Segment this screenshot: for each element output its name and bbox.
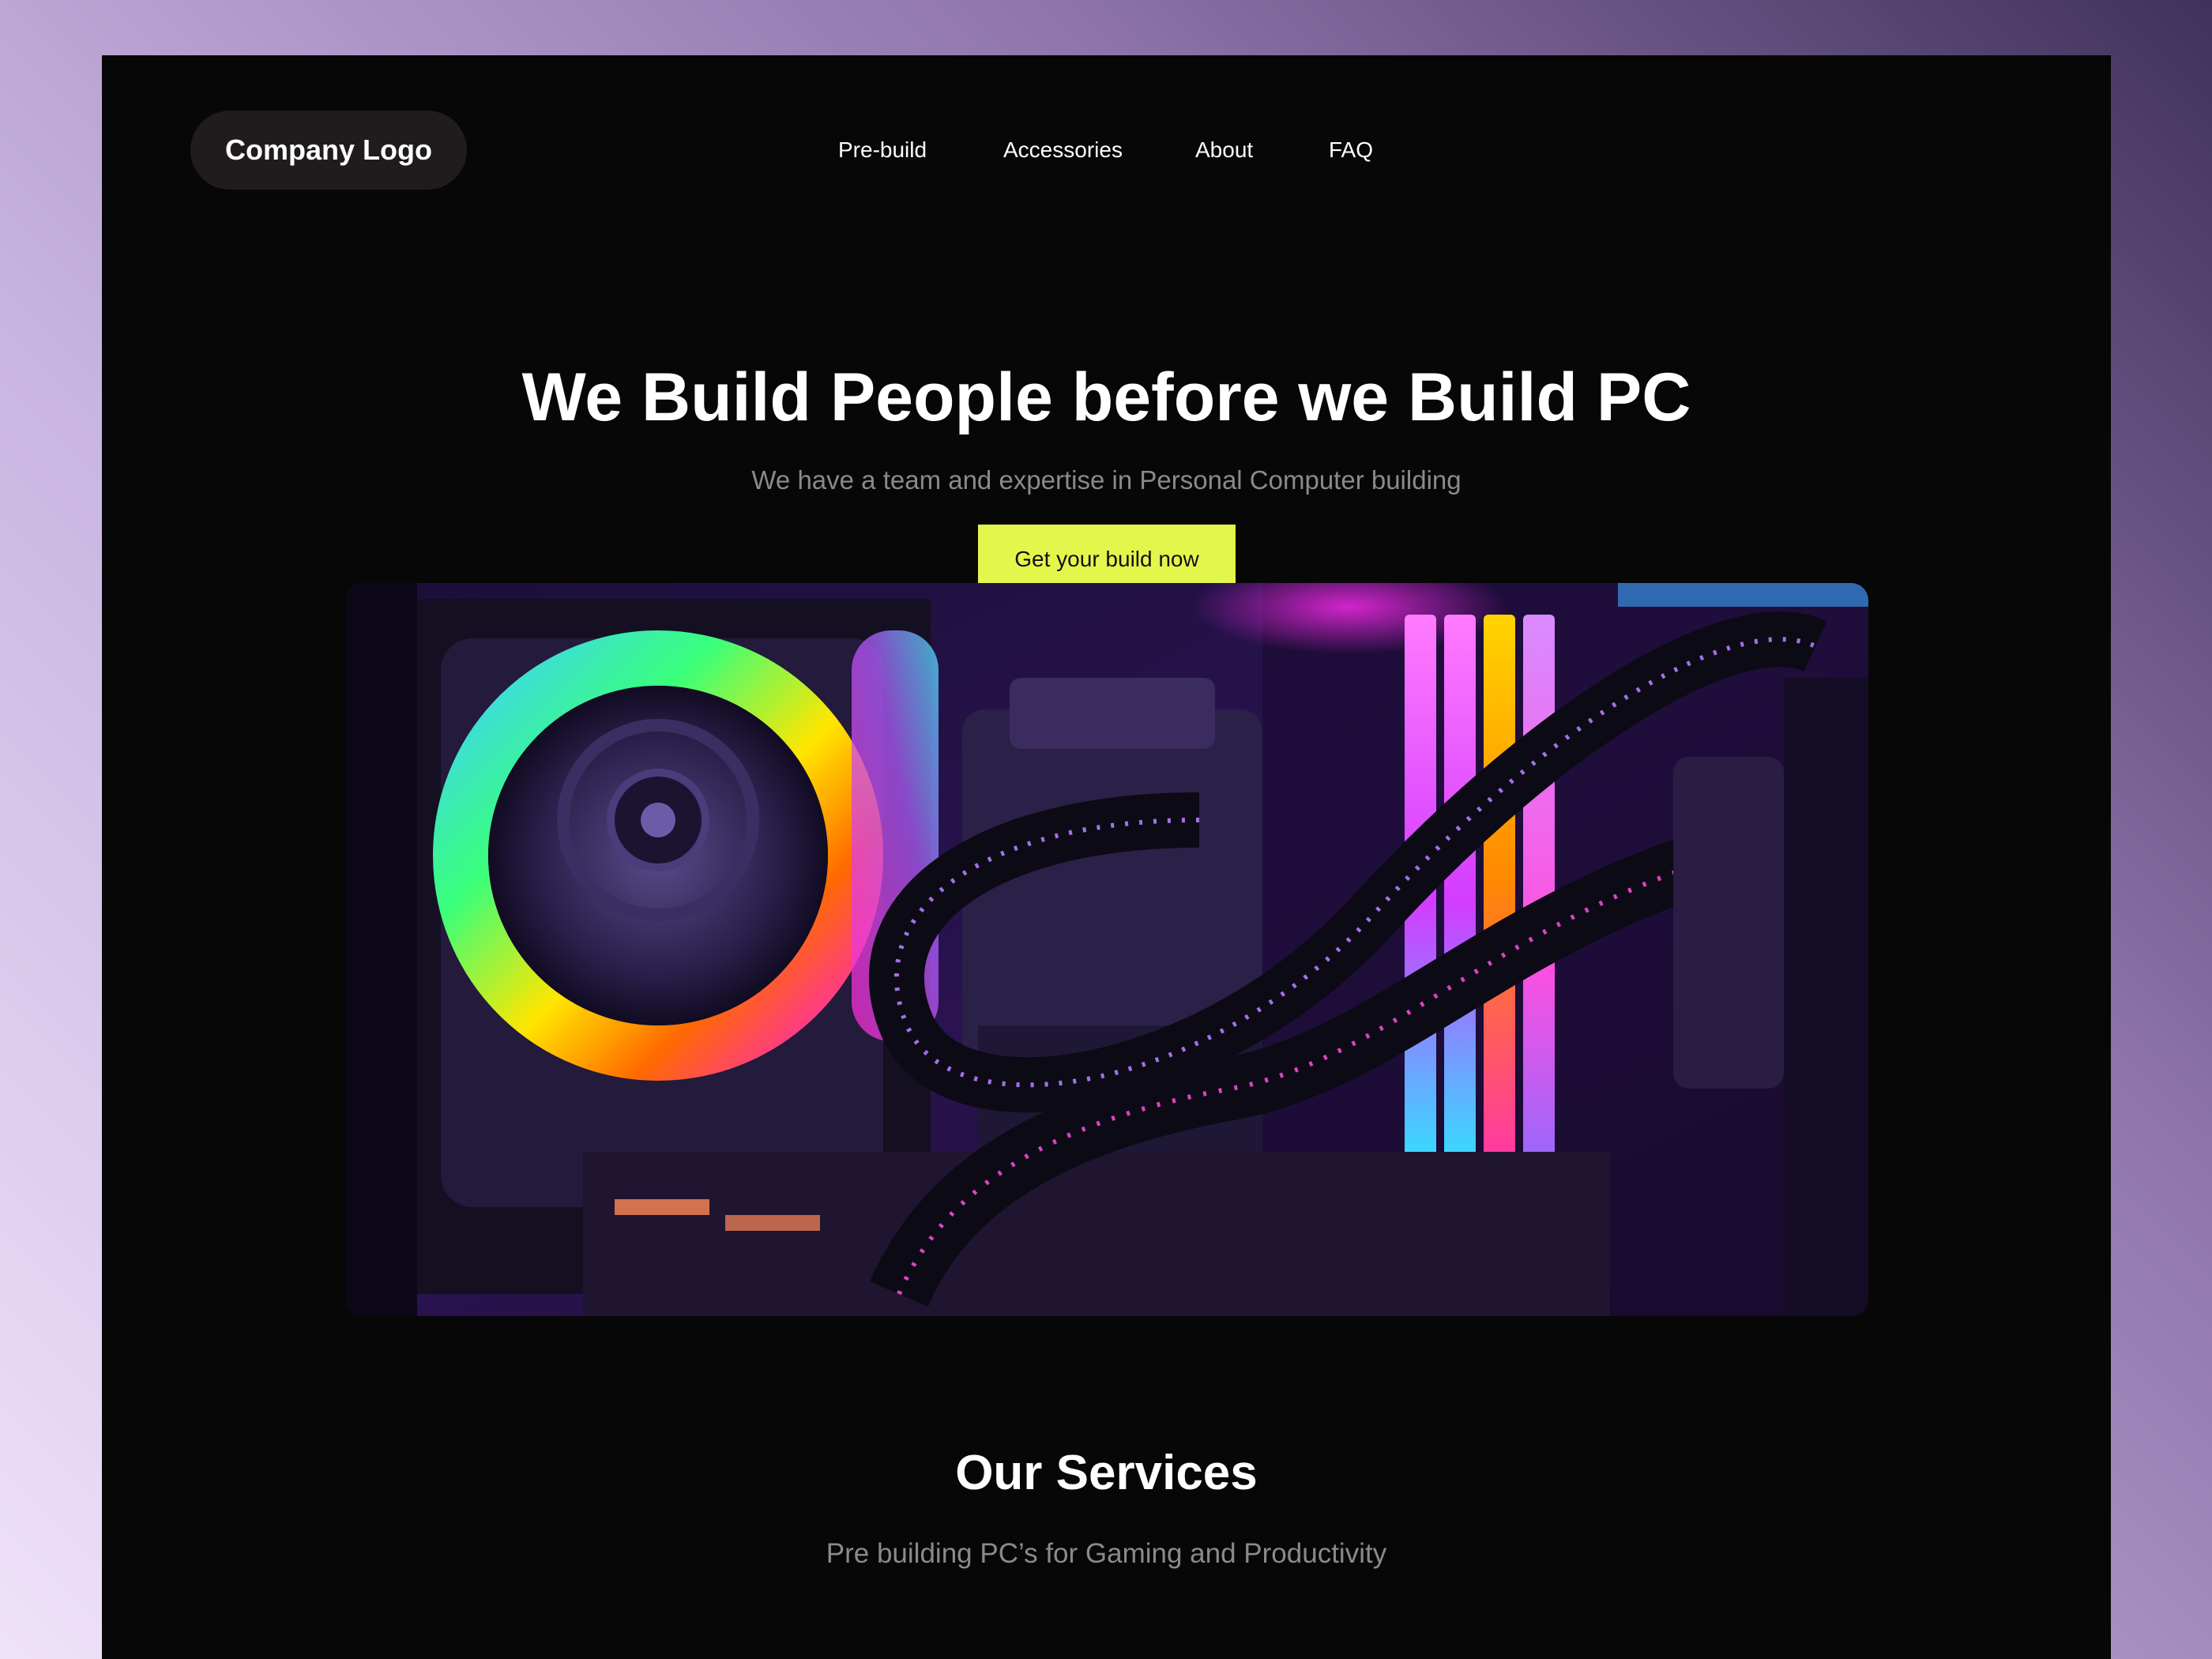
hero-image [346, 583, 1868, 1316]
hero-subtitle: We have a team and expertise in Personal… [751, 465, 1462, 495]
nav-link-faq[interactable]: FAQ [1329, 129, 1373, 171]
services-subtitle: Pre building PC’s for Gaming and Product… [826, 1538, 1387, 1569]
services-title: Our Services [955, 1446, 1258, 1500]
nav-link-about[interactable]: About [1195, 129, 1253, 171]
nav-link-prebuild[interactable]: Pre-build [838, 129, 927, 171]
hero-title: We Build People before we Build PC [521, 359, 1691, 435]
main-nav: Pre-build Accessories About FAQ [102, 129, 2111, 171]
rgb-pc-build-photo-icon [346, 583, 1868, 1316]
landing-page: Company Logo Pre-build Accessories About… [102, 55, 2111, 1659]
nav-link-accessories[interactable]: Accessories [1003, 129, 1123, 171]
